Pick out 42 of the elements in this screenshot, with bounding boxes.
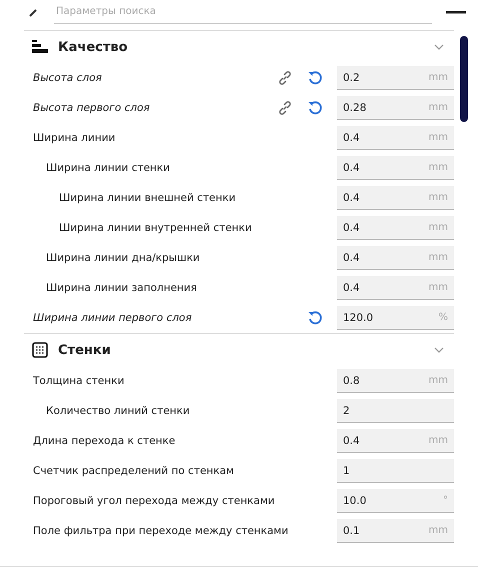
value-field[interactable]: 0.4 mm (337, 429, 454, 453)
value-field[interactable]: 0.8 mm (337, 369, 454, 393)
section-header[interactable]: Стенки (24, 333, 454, 366)
setting-label: Количество линий стенки (45, 405, 191, 417)
value-field[interactable]: 0.4 mm (337, 246, 454, 270)
section-header[interactable]: Качество (24, 31, 454, 63)
value-field[interactable]: 1 (337, 459, 454, 483)
setting-label: Ширина линии внутренней стенки (58, 222, 253, 234)
chevron-icon (434, 347, 444, 353)
setting-label: Высота слоя (33, 72, 103, 84)
reset-icon[interactable] (307, 310, 323, 326)
reset-icon[interactable] (307, 70, 323, 86)
value-field[interactable]: 0.4 mm (337, 216, 454, 240)
value-field[interactable]: 10.0 ° (337, 489, 454, 513)
setting-label: Длина перехода к стенке (33, 435, 176, 447)
setting-label: Ширина линии (33, 132, 116, 144)
value-field[interactable]: 0.4 mm (337, 156, 454, 180)
value-field[interactable]: 0.4 mm (337, 126, 454, 150)
value-field[interactable]: 0.28 mm (337, 96, 454, 120)
chevron-icon (434, 44, 444, 50)
setting-label: Высота первого слоя (33, 102, 151, 114)
layers-icon (32, 40, 48, 54)
setting-label: Ширина линии стенки (45, 162, 171, 174)
value-field[interactable]: 0.4 mm (337, 276, 454, 300)
setting-label: Ширина линии заполнения (45, 282, 198, 294)
setting-label: Ширина линии внешней стенки (58, 192, 237, 204)
section-title: Стенки (58, 342, 111, 358)
value-field[interactable]: 0.2 mm (337, 66, 454, 90)
reset-icon[interactable] (307, 100, 323, 116)
setting-label: Ширина линии дна/крышки (45, 252, 201, 264)
value-field[interactable]: 2 (337, 399, 454, 423)
value-field[interactable]: 0.1 mm (337, 519, 454, 543)
setting-label: Счетчик распределений по стенкам (33, 465, 235, 477)
setting-label: Пороговый угол перехода между стенками (33, 495, 276, 507)
value-field[interactable]: 120.0 % (337, 306, 454, 330)
scrollbar-thumb[interactable] (460, 36, 468, 122)
setting-label: Толщина стенки (33, 375, 126, 387)
value-field[interactable]: 0.4 mm (337, 186, 454, 210)
section-title: Качество (58, 40, 128, 54)
setting-label: Ширина линии первого слоя (33, 312, 193, 324)
setting-label: Поле фильтра при переходе между стенками (33, 525, 290, 537)
grid-icon (32, 342, 48, 358)
